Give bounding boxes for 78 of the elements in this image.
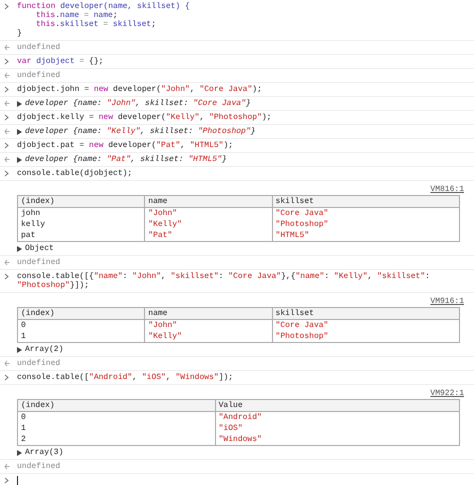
- code-line: djobject.pat = new developer("Pat", "HTML5");: [17, 141, 234, 150]
- result-text: undefined: [17, 43, 60, 52]
- column-header[interactable]: (index): [18, 196, 145, 208]
- return-arrow-icon: [4, 259, 10, 266]
- return-arrow-icon: [4, 463, 10, 470]
- result-text: undefined: [17, 258, 60, 267]
- prompt-icon: [4, 3, 9, 10]
- expand-triangle-icon[interactable]: [17, 450, 22, 456]
- table-cell: "Pat": [144, 230, 272, 242]
- expand-triangle-icon[interactable]: [17, 156, 22, 162]
- code-line: this.name = name;: [36, 11, 118, 20]
- code-line: console.table([{"name": "John", "skillset": "Core Java"},{"name": "Kelly", "skillset":: [17, 272, 430, 281]
- prompt-icon: [4, 142, 9, 149]
- source-link[interactable]: VM916:1: [430, 297, 464, 306]
- summary-label[interactable]: Array(3): [25, 448, 64, 457]
- column-header[interactable]: skillset: [272, 196, 460, 208]
- code-line: "Photoshop"}]);: [17, 281, 90, 290]
- code-line: console.table(djobject);: [17, 169, 132, 178]
- return-arrow-icon: [4, 100, 10, 107]
- table-cell: john: [18, 208, 145, 219]
- return-arrow-icon: [4, 128, 10, 135]
- prompt-icon: [4, 58, 9, 65]
- table-cell: "John": [144, 208, 272, 219]
- object-preview[interactable]: developer {name: "Kelly", skillset: "Photoshop"}: [25, 127, 256, 136]
- source-link[interactable]: VM816:1: [430, 185, 464, 194]
- table-cell: 0: [18, 320, 145, 331]
- object-preview[interactable]: developer {name: "John", skillset: "Core Java"}: [25, 99, 251, 108]
- table-cell: "Windows": [215, 434, 460, 446]
- code-line: console.table(["Android", "iOS", "Windows"]);: [17, 373, 234, 382]
- summary-label[interactable]: Object: [25, 244, 54, 253]
- table-cell: "Core Java": [272, 320, 460, 331]
- prompt-icon: [4, 170, 9, 177]
- code-line: }: [17, 29, 22, 38]
- prompt-icon: [4, 114, 9, 121]
- expand-triangle-icon[interactable]: [17, 128, 22, 134]
- table-cell: 1: [18, 331, 145, 342]
- code-line: this.skillset = skillset;: [36, 20, 156, 29]
- return-arrow-icon: [4, 156, 10, 163]
- column-header[interactable]: Value: [215, 400, 460, 412]
- table-cell: "Core Java": [272, 208, 460, 219]
- table-cell: "Android": [215, 412, 460, 423]
- result-text: undefined: [17, 462, 60, 471]
- column-header[interactable]: name: [144, 196, 272, 208]
- prompt-icon: [4, 273, 9, 280]
- return-arrow-icon: [4, 44, 10, 51]
- code-line: function developer(name, skillset) {: [17, 2, 190, 11]
- code-line: var djobject = {};: [17, 57, 104, 66]
- expand-triangle-icon[interactable]: [17, 246, 22, 252]
- code-line: djobject.kelly = new developer("Kelly", "Photoshop");: [17, 113, 272, 122]
- table-cell: 0: [18, 412, 216, 423]
- table-cell: pat: [18, 230, 145, 242]
- table-cell: "Kelly": [144, 331, 272, 342]
- prompt-icon: [4, 374, 9, 381]
- table-cell: "HTML5": [272, 230, 460, 242]
- table-cell: "Kelly": [144, 219, 272, 230]
- table-cell: kelly: [18, 219, 145, 230]
- table-cell: "Photoshop": [272, 331, 460, 342]
- expand-triangle-icon[interactable]: [17, 346, 22, 352]
- object-preview[interactable]: developer {name: "Pat", skillset: "HTML5"}: [25, 155, 227, 164]
- column-header[interactable]: (index): [18, 400, 216, 412]
- return-arrow-icon: [4, 72, 10, 79]
- table-cell: 1: [18, 423, 216, 434]
- column-header[interactable]: (index): [18, 308, 145, 320]
- prompt-icon: [4, 86, 9, 93]
- result-text: undefined: [17, 71, 60, 80]
- result-text: undefined: [17, 359, 60, 368]
- table-cell: "iOS": [215, 423, 460, 434]
- table-cell: "Photoshop": [272, 219, 460, 230]
- table-cell: "John": [144, 320, 272, 331]
- expand-triangle-icon[interactable]: [17, 100, 22, 106]
- return-arrow-icon: [4, 360, 10, 367]
- source-link[interactable]: VM922:1: [430, 389, 464, 398]
- column-header[interactable]: skillset: [272, 308, 460, 320]
- summary-label[interactable]: Array(2): [25, 345, 64, 354]
- prompt-icon: [4, 477, 9, 484]
- table-cell: 2: [18, 434, 216, 446]
- column-header[interactable]: name: [144, 308, 272, 320]
- code-line: djobject.john = new developer("John", "Core Java");: [17, 85, 262, 94]
